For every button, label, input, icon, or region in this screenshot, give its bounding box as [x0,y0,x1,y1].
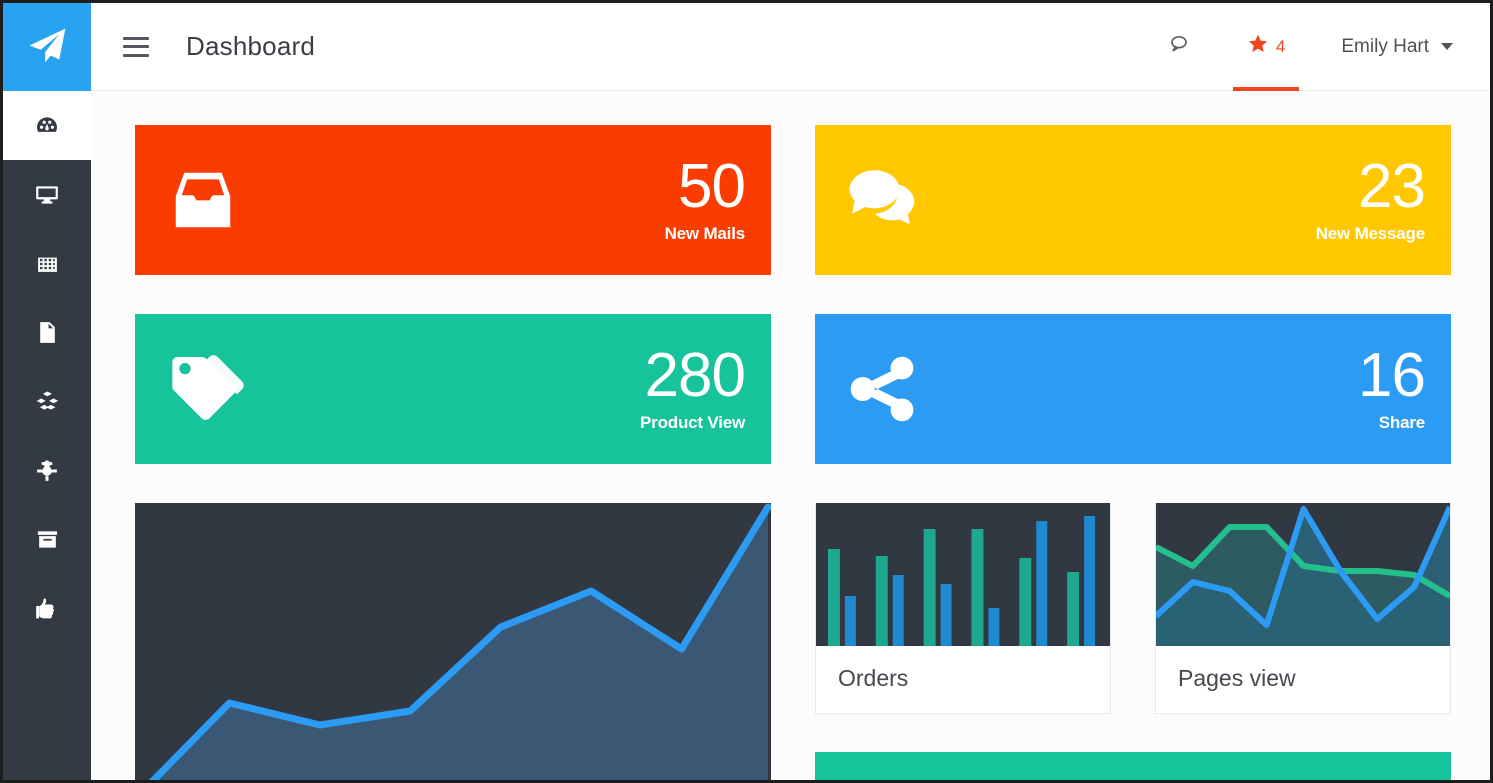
comment-button[interactable] [1139,3,1219,91]
monitor-icon [34,182,60,208]
pages-view-chart-svg [1156,503,1450,646]
hamburger-bar [123,45,149,48]
main-chart-svg [135,503,771,780]
sidebar-item-extras[interactable] [3,436,91,505]
pages-view-panel: Pages view [1155,503,1451,714]
stat-label: Product View [640,413,745,433]
star-icon [1247,33,1269,60]
brand-logo[interactable] [3,3,91,91]
stat-value: 23 [1358,151,1426,221]
stat-values: 280 Product View [640,340,746,433]
sidebar-item-tables[interactable] [3,229,91,298]
chat-bubbles-icon [845,162,929,238]
sidebar-nav-list [3,91,91,643]
stat-label: New Message [1315,224,1425,244]
dashboard-app: Dashboard 4 Emily Hart 50 New Mails 23 N… [0,0,1493,783]
user-menu[interactable]: Emily Hart [1313,3,1490,91]
pages-view-title: Pages view [1178,665,1296,691]
starred-button[interactable]: 4 [1219,3,1313,91]
thumbs-up-icon [34,596,60,622]
sidebar-item-feedback[interactable] [3,574,91,643]
stat-values: 23 New Message [1315,151,1426,244]
sidebar-item-components[interactable] [3,367,91,436]
chart-row: Orders Pages view [135,503,1451,780]
cubes-icon [34,388,61,415]
pages-view-area-chart[interactable] [1156,503,1450,646]
sidebar-item-interface[interactable] [3,160,91,229]
sidebar [3,3,91,780]
star-count: 4 [1275,36,1286,56]
orders-title: Orders [838,665,909,691]
stat-values: 50 New Mails [664,151,746,244]
comment-icon [1167,32,1191,61]
inbox-icon [165,162,241,238]
main-visitors-area-chart[interactable] [135,503,771,780]
sidebar-item-pages[interactable] [3,298,91,367]
chevron-down-icon [1441,43,1453,50]
mini-chart-row: Orders Pages view [815,503,1451,714]
tags-icon [165,349,253,429]
stat-row-2: 280 Product View 16 Share [135,314,1451,503]
hamburger-bar [123,53,149,57]
side-charts-col: Orders Pages view [815,503,1451,780]
stat-card-new-message[interactable]: 23 New Message [815,125,1451,275]
stat-col-product-view: 280 Product View [135,314,771,503]
puzzle-piece-icon [34,458,60,484]
stat-card-share[interactable]: 16 Share [815,314,1451,464]
share-icon [845,351,921,427]
orders-panel: Orders [815,503,1111,714]
stat-values: 16 Share [1358,340,1426,433]
page-title: Dashboard [186,31,315,61]
stat-col-mails: 50 New Mails [135,125,771,314]
stat-col-messages: 23 New Message [815,125,1451,314]
document-icon [35,320,60,345]
stat-row-1: 50 New Mails 23 New Message [135,125,1451,314]
main-chart-col [135,503,771,780]
user-name: Emily Hart [1341,35,1429,57]
sidebar-item-archive[interactable] [3,505,91,574]
sidebar-item-dashboard[interactable] [3,91,91,160]
hamburger-icon[interactable] [123,36,149,57]
stat-label: New Mails [664,224,746,244]
active-indicator [1232,86,1300,91]
stat-card-product-view[interactable]: 280 Product View [135,314,771,464]
main-content: 50 New Mails 23 New Message 280 Product … [91,91,1490,780]
stat-value: 280 [644,340,746,410]
hamburger-bar [123,36,149,40]
chart-background [816,503,1110,646]
stat-card-new-mails[interactable]: 50 New Mails [135,125,771,275]
stat-col-share: 16 Share [815,314,1451,503]
archive-box-icon [35,527,60,552]
stat-value: 50 [678,151,746,221]
paper-plane-icon [25,25,69,69]
orders-chart-svg [816,503,1110,646]
stat-value: 16 [1358,340,1426,410]
speedometer-icon [34,113,60,139]
header-actions: 4 Emily Hart [1139,3,1490,91]
orders-bar-chart[interactable] [816,503,1110,646]
stat-label: Share [1378,413,1425,433]
bottom-teal-panel[interactable]: Select M [815,752,1451,780]
grid-table-icon [35,251,60,276]
top-header: Dashboard 4 Emily Hart [91,3,1490,91]
